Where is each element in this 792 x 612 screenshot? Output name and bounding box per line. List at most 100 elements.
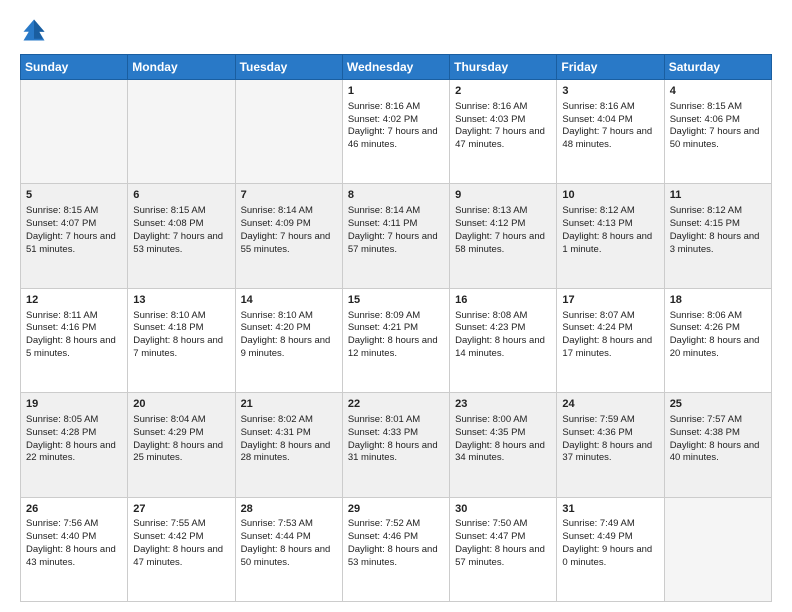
weekday-header-monday: Monday	[128, 55, 235, 80]
sunset-text: Sunset: 4:28 PM	[26, 427, 96, 438]
sunrise-text: Sunrise: 8:02 AM	[241, 414, 313, 425]
daylight-text: Daylight: 8 hours and 43 minutes.	[26, 544, 116, 568]
sunrise-text: Sunrise: 8:14 AM	[241, 205, 313, 216]
sunrise-text: Sunrise: 8:14 AM	[348, 205, 420, 216]
sunrise-text: Sunrise: 8:16 AM	[455, 101, 527, 112]
sunrise-text: Sunrise: 7:56 AM	[26, 518, 98, 529]
daylight-text: Daylight: 8 hours and 12 minutes.	[348, 335, 438, 359]
sunset-text: Sunset: 4:07 PM	[26, 218, 96, 229]
sunset-text: Sunset: 4:36 PM	[562, 427, 632, 438]
sunset-text: Sunset: 4:09 PM	[241, 218, 311, 229]
daylight-text: Daylight: 8 hours and 25 minutes.	[133, 440, 223, 464]
sunset-text: Sunset: 4:21 PM	[348, 322, 418, 333]
day-number: 16	[455, 293, 551, 308]
day-number: 25	[670, 397, 766, 412]
daylight-text: Daylight: 7 hours and 57 minutes.	[348, 231, 438, 255]
weekday-header-row: SundayMondayTuesdayWednesdayThursdayFrid…	[21, 55, 772, 80]
day-number: 2	[455, 84, 551, 99]
calendar-day-cell: 10Sunrise: 8:12 AMSunset: 4:13 PMDayligh…	[557, 184, 664, 288]
day-number: 22	[348, 397, 444, 412]
daylight-text: Daylight: 7 hours and 50 minutes.	[670, 126, 760, 150]
calendar-day-cell: 26Sunrise: 7:56 AM Sunset: 4:40 PM Dayligh…	[21, 497, 128, 601]
sunrise-text: Sunrise: 8:05 AM	[26, 414, 98, 425]
sunset-text: Sunset: 4:49 PM	[562, 531, 632, 542]
sunset-text: Sunset: 4:29 PM	[133, 427, 203, 438]
daylight-text: Daylight: 8 hours and 40 minutes.	[670, 440, 760, 464]
calendar-day-cell: 18Sunrise: 8:06 AMSunset: 4:26 PMDayligh…	[664, 288, 771, 392]
header	[20, 16, 772, 44]
weekday-header-tuesday: Tuesday	[235, 55, 342, 80]
sunset-text: Sunset: 4:20 PM	[241, 322, 311, 333]
calendar-day-cell: 4Sunrise: 8:15 AMSunset: 4:06 PMDaylight…	[664, 80, 771, 184]
daylight-text: Daylight: 8 hours and 31 minutes.	[348, 440, 438, 464]
day-number: 8	[348, 188, 444, 203]
day-number: 26	[26, 502, 122, 517]
sunset-text: Sunset: 4:06 PM	[670, 114, 740, 125]
day-number: 6	[133, 188, 229, 203]
calendar-day-cell: 22 Sunrise: 8:01 AM Sunset: 4:33 PM Dayligh…	[342, 393, 449, 497]
sunrise-text: Sunrise: 7:49 AM	[562, 518, 634, 529]
calendar-day-cell: 6Sunrise: 8:15 AMSunset: 4:08 PMDaylight…	[128, 184, 235, 288]
sunrise-text: Sunrise: 8:00 AM	[455, 414, 527, 425]
day-number: 15	[348, 293, 444, 308]
sunrise-text: Sunrise: 8:13 AM	[455, 205, 527, 216]
day-number: 18	[670, 293, 766, 308]
sunset-text: Sunset: 4:24 PM	[562, 322, 632, 333]
daylight-text: Daylight: 8 hours and 1 minute.	[562, 231, 652, 255]
calendar-week-row: 19 Sunrise: 8:05 AM Sunset: 4:28 PM Dayligh…	[21, 393, 772, 497]
calendar-day-cell	[128, 80, 235, 184]
sunset-text: Sunset: 4:33 PM	[348, 427, 418, 438]
day-number: 5	[26, 188, 122, 203]
calendar-day-cell	[21, 80, 128, 184]
day-number: 4	[670, 84, 766, 99]
sunset-text: Sunset: 4:40 PM	[26, 531, 96, 542]
day-number: 17	[562, 293, 658, 308]
calendar-day-cell: 3Sunrise: 8:16 AMSunset: 4:04 PMDaylight…	[557, 80, 664, 184]
calendar-day-cell: 9Sunrise: 8:13 AMSunset: 4:12 PMDaylight…	[450, 184, 557, 288]
sunset-text: Sunset: 4:35 PM	[455, 427, 525, 438]
sunset-text: Sunset: 4:26 PM	[670, 322, 740, 333]
sunset-text: Sunset: 4:44 PM	[241, 531, 311, 542]
calendar-day-cell: 24Sunrise: 7:59 AMSunset: 4:36 PMDayligh…	[557, 393, 664, 497]
sunset-text: Sunset: 4:15 PM	[670, 218, 740, 229]
sunset-text: Sunset: 4:12 PM	[455, 218, 525, 229]
day-number: 13	[133, 293, 229, 308]
calendar-day-cell: 28Sunrise: 7:53 AMSunset: 4:44 PMDayligh…	[235, 497, 342, 601]
sunrise-text: Sunrise: 8:16 AM	[348, 101, 420, 112]
day-number: 7	[241, 188, 337, 203]
daylight-text: Daylight: 8 hours and 20 minutes.	[670, 335, 760, 359]
sunset-text: Sunset: 4:11 PM	[348, 218, 418, 229]
daylight-text: Daylight: 8 hours and 7 minutes.	[133, 335, 223, 359]
sunset-text: Sunset: 4:02 PM	[348, 114, 418, 125]
sunset-text: Sunset: 4:46 PM	[348, 531, 418, 542]
calendar-day-cell: 19 Sunrise: 8:05 AM Sunset: 4:28 PM Dayligh…	[21, 393, 128, 497]
sunrise-text: Sunrise: 7:59 AM	[562, 414, 634, 425]
day-number: 19	[26, 397, 122, 412]
calendar-week-row: 12Sunrise: 8:11 AMSunset: 4:16 PMDayligh…	[21, 288, 772, 392]
daylight-text: Daylight: 8 hours and 50 minutes.	[241, 544, 331, 568]
day-number: 12	[26, 293, 122, 308]
daylight-text: Daylight: 7 hours and 47 minutes.	[455, 126, 545, 150]
calendar-day-cell: 12Sunrise: 8:11 AMSunset: 4:16 PMDayligh…	[21, 288, 128, 392]
sunrise-text: Sunrise: 7:53 AM	[241, 518, 313, 529]
calendar-day-cell: 1Sunrise: 8:16 AMSunset: 4:02 PMDaylight…	[342, 80, 449, 184]
sunrise-text: Sunrise: 8:07 AM	[562, 310, 634, 321]
daylight-text: Daylight: 8 hours and 53 minutes.	[348, 544, 438, 568]
daylight-text: Daylight: 8 hours and 57 minutes.	[455, 544, 545, 568]
calendar-table: SundayMondayTuesdayWednesdayThursdayFrid…	[20, 54, 772, 602]
sunrise-text: Sunrise: 8:01 AM	[348, 414, 420, 425]
daylight-text: Daylight: 8 hours and 9 minutes.	[241, 335, 331, 359]
daylight-text: Daylight: 8 hours and 14 minutes.	[455, 335, 545, 359]
calendar-day-cell: 25Sunrise: 7:57 AMSunset: 4:38 PMDayligh…	[664, 393, 771, 497]
calendar-day-cell: 7Sunrise: 8:14 AMSunset: 4:09 PMDaylight…	[235, 184, 342, 288]
day-number: 24	[562, 397, 658, 412]
sunrise-text: Sunrise: 8:10 AM	[241, 310, 313, 321]
daylight-text: Daylight: 9 hours and 0 minutes.	[562, 544, 652, 568]
calendar-week-row: 5Sunrise: 8:15 AMSunset: 4:07 PMDaylight…	[21, 184, 772, 288]
daylight-text: Daylight: 8 hours and 22 minutes.	[26, 440, 116, 464]
page: SundayMondayTuesdayWednesdayThursdayFrid…	[0, 0, 792, 612]
calendar-day-cell: 14Sunrise: 8:10 AMSunset: 4:20 PMDayligh…	[235, 288, 342, 392]
sunset-text: Sunset: 4:04 PM	[562, 114, 632, 125]
day-number: 11	[670, 188, 766, 203]
calendar-day-cell: 5Sunrise: 8:15 AMSunset: 4:07 PMDaylight…	[21, 184, 128, 288]
